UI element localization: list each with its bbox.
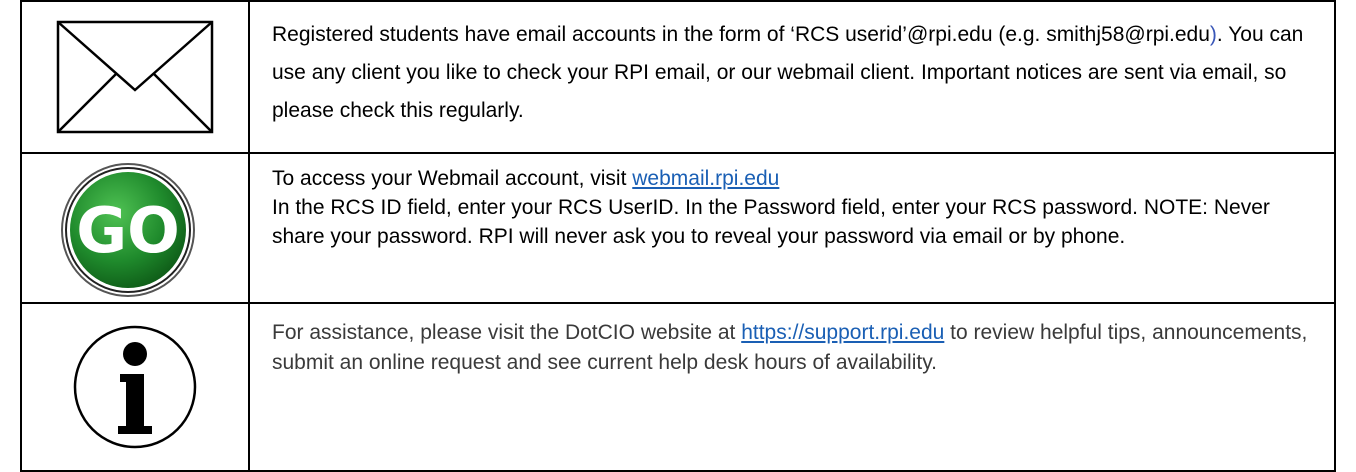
table-row-webmail: GO To access your Webmail account, visit… [22,154,1334,304]
email-text-before: Registered students have email accounts … [272,23,1210,46]
webmail-link[interactable]: webmail.rpi.edu [632,167,779,190]
webmail-info-text: To access your Webmail account, visit we… [250,154,1334,302]
email-text-paren: ) [1209,23,1217,46]
go-icon-label: GO [76,194,180,267]
email-info-text: Registered students have email accounts … [250,2,1334,152]
webmail-intro: To access your Webmail account, visit [272,167,633,190]
table-row-assistance: For assistance, please visit the DotCIO … [22,304,1334,472]
info-table: Registered students have email accounts … [20,0,1336,472]
icon-cell-info [22,304,250,472]
support-link[interactable]: https://support.rpi.edu [741,321,944,344]
info-icon [73,325,197,449]
icon-cell-go: GO [22,154,250,302]
webmail-body: In the RCS ID field, enter your RCS User… [272,196,1270,248]
icon-cell-email [22,2,250,152]
assistance-info-text: For assistance, please visit the DotCIO … [250,304,1334,472]
go-icon: GO [61,163,195,297]
envelope-icon [56,20,214,134]
assistance-text-before: For assistance, please visit the DotCIO … [272,321,742,344]
table-row-email: Registered students have email accounts … [22,2,1334,154]
